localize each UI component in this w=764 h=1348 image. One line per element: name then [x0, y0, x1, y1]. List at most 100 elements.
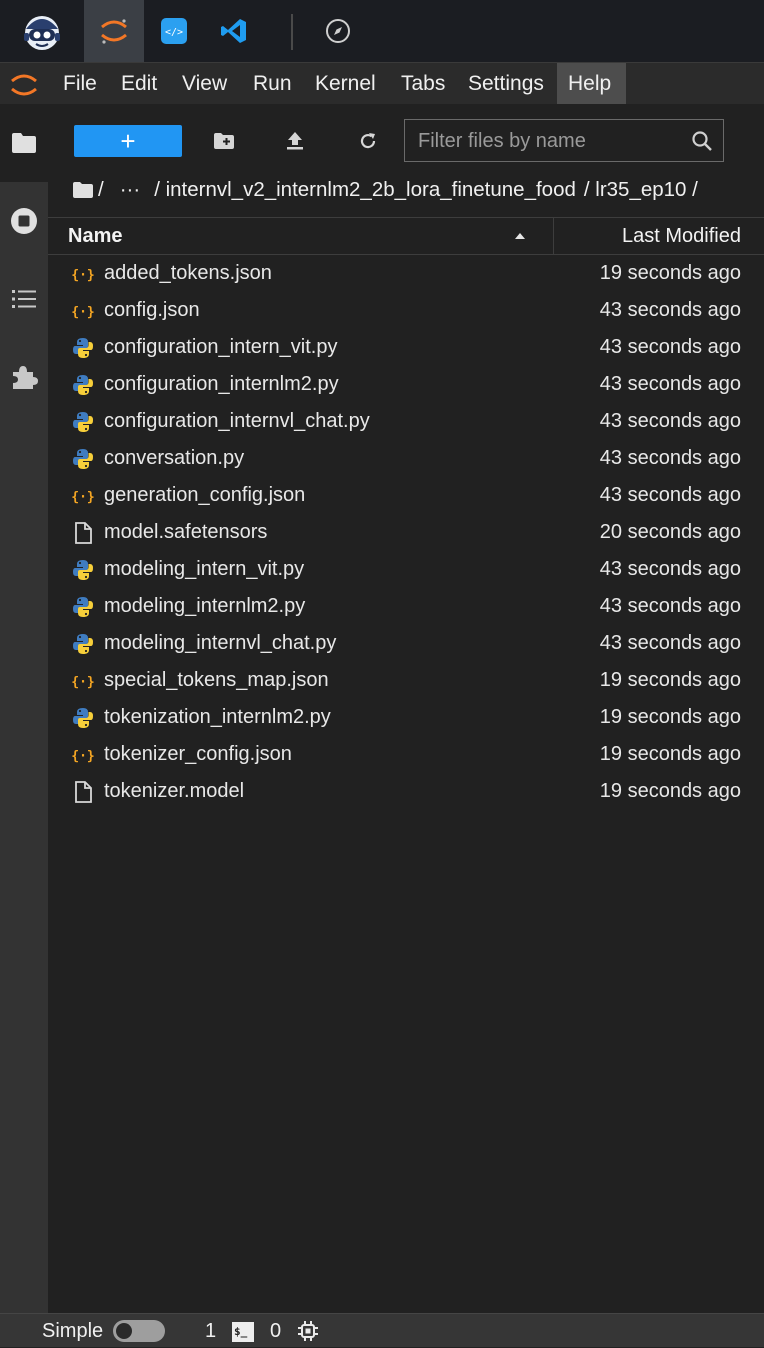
json-file-icon: {·}	[71, 670, 94, 692]
vscode-icon	[221, 19, 246, 43]
breadcrumb-ellipsis[interactable]: ···	[120, 178, 140, 202]
file-name[interactable]: conversation.py	[104, 440, 244, 477]
simple-mode-toggle[interactable]	[113, 1320, 165, 1342]
menu-edit[interactable]: Edit	[110, 63, 168, 105]
menu-file[interactable]: File	[52, 63, 108, 105]
file-row[interactable]: configuration_internlm2.py 43 seconds ago	[48, 366, 764, 403]
file-row[interactable]: {·} config.json 43 seconds ago	[48, 292, 764, 329]
sidebar-running[interactable]	[0, 182, 48, 260]
breadcrumb-current[interactable]: / lr35_ep10 /	[584, 178, 698, 202]
file-last-modified: 43 seconds ago	[599, 373, 741, 395]
breadcrumb-root[interactable]: /	[98, 178, 104, 202]
sidebar-file-browser[interactable]	[0, 104, 48, 182]
file-last-modified: 43 seconds ago	[599, 410, 741, 432]
svg-text:{·}: {·}	[72, 490, 94, 505]
terminal-icon[interactable]: $_	[232, 1322, 254, 1342]
kernel-chip-icon[interactable]	[297, 1320, 319, 1342]
sort-ascending-icon[interactable]	[514, 232, 526, 240]
file-row[interactable]: {·} special_tokens_map.json 19 seconds ago	[48, 662, 764, 699]
upload-button[interactable]	[277, 125, 313, 157]
file-row[interactable]: {·} added_tokens.json 19 seconds ago	[48, 255, 764, 292]
simple-mode-label: Simple	[42, 1320, 104, 1342]
file-last-modified: 19 seconds ago	[599, 780, 741, 802]
menu-view[interactable]: View	[171, 63, 238, 105]
kernels-count[interactable]: 0	[270, 1314, 281, 1348]
search-icon	[692, 131, 712, 151]
file-name[interactable]: configuration_intern_vit.py	[104, 329, 337, 366]
file-row[interactable]: {·} tokenizer_config.json 19 seconds ago	[48, 736, 764, 773]
file-name[interactable]: tokenizer.model	[104, 773, 244, 810]
file-row[interactable]: modeling_internvl_chat.py 43 seconds ago	[48, 625, 764, 662]
breadcrumb-parent[interactable]: / internvl_v2_internlm2_2b_lora_finetune…	[154, 178, 576, 202]
home-folder-icon[interactable]	[72, 181, 94, 199]
file-row[interactable]: model.safetensors 20 seconds ago	[48, 514, 764, 551]
file-last-modified: 43 seconds ago	[599, 595, 741, 617]
bot-avatar-icon	[24, 16, 60, 50]
bot-avatar-tab[interactable]	[12, 0, 72, 62]
refresh-button[interactable]	[350, 125, 386, 157]
file-row[interactable]: modeling_internlm2.py 43 seconds ago	[48, 588, 764, 625]
file-name[interactable]: config.json	[104, 292, 200, 329]
filter-files-input[interactable]	[405, 120, 690, 163]
jupyter-icon	[101, 19, 127, 44]
vscode-tab[interactable]	[207, 0, 261, 62]
file-name[interactable]: tokenization_internlm2.py	[104, 699, 331, 736]
file-name[interactable]: generation_config.json	[104, 477, 305, 514]
menu-settings[interactable]: Settings	[457, 63, 555, 105]
toc-icon	[12, 290, 36, 308]
file-name[interactable]: configuration_internlm2.py	[104, 366, 339, 403]
file-name[interactable]: configuration_internvl_chat.py	[104, 403, 370, 440]
running-icon	[11, 208, 37, 234]
file-name[interactable]: model.safetensors	[104, 514, 267, 551]
file-name[interactable]: modeling_intern_vit.py	[104, 551, 304, 588]
file-last-modified: 19 seconds ago	[599, 669, 741, 691]
python-file-icon	[72, 596, 94, 618]
compass-tab[interactable]	[312, 0, 364, 62]
json-file-icon: {·}	[71, 485, 94, 507]
left-sidebar	[0, 104, 48, 1313]
file-row[interactable]: tokenizer.model 19 seconds ago	[48, 773, 764, 810]
app-bar-divider	[291, 14, 293, 50]
file-name[interactable]: modeling_internlm2.py	[104, 588, 305, 625]
file-row[interactable]: {·} generation_config.json 43 seconds ago	[48, 477, 764, 514]
file-name[interactable]: modeling_internvl_chat.py	[104, 625, 336, 662]
python-file-icon	[72, 374, 94, 396]
jupyter-logo-icon	[11, 74, 37, 96]
file-last-modified: 43 seconds ago	[599, 336, 741, 358]
file-row[interactable]: configuration_intern_vit.py 43 seconds ag…	[48, 329, 764, 366]
refresh-icon	[360, 133, 376, 149]
generic-file-icon	[72, 781, 94, 803]
menu-run[interactable]: Run	[242, 63, 303, 105]
file-row[interactable]: configuration_internvl_chat.py 43 seconds…	[48, 403, 764, 440]
jupyter-tab[interactable]	[84, 0, 144, 62]
file-row[interactable]: conversation.py 43 seconds ago	[48, 440, 764, 477]
file-name[interactable]: added_tokens.json	[104, 255, 272, 292]
column-header-name[interactable]: Name	[68, 218, 122, 254]
file-row[interactable]: tokenization_internlm2.py 19 seconds ago	[48, 699, 764, 736]
file-row[interactable]: modeling_intern_vit.py 43 seconds ago	[48, 551, 764, 588]
toggle-knob	[116, 1323, 132, 1339]
sidebar-extensions[interactable]	[0, 338, 48, 416]
code-editor-tab[interactable]: </>	[147, 0, 201, 62]
new-folder-button[interactable]	[206, 125, 242, 157]
file-last-modified: 19 seconds ago	[599, 706, 741, 728]
menu-tabs[interactable]: Tabs	[390, 63, 456, 105]
new-folder-icon	[214, 133, 234, 149]
upload-icon	[287, 132, 303, 150]
sidebar-table-of-contents[interactable]	[0, 260, 48, 338]
menu-help[interactable]: Help	[557, 63, 626, 105]
menu-kernel[interactable]: Kernel	[304, 63, 387, 105]
file-last-modified: 20 seconds ago	[599, 521, 741, 543]
code-editor-icon: </>	[161, 18, 187, 44]
file-list: {·} added_tokens.json 19 seconds ago {·} con…	[48, 255, 764, 810]
svg-text:{·}: {·}	[72, 305, 94, 320]
menu-bar: File Edit View Run Kernel Tabs Settings …	[0, 62, 764, 105]
column-separator[interactable]	[553, 218, 554, 254]
file-name[interactable]: special_tokens_map.json	[104, 662, 329, 699]
new-launcher-button[interactable]: +	[74, 125, 182, 157]
status-bar: Simple 1 $_ 0	[0, 1313, 764, 1347]
file-name[interactable]: tokenizer_config.json	[104, 736, 292, 773]
column-header-last-modified[interactable]: Last Modified	[622, 218, 741, 254]
file-last-modified: 43 seconds ago	[599, 299, 741, 321]
terminals-count[interactable]: 1	[205, 1314, 216, 1348]
